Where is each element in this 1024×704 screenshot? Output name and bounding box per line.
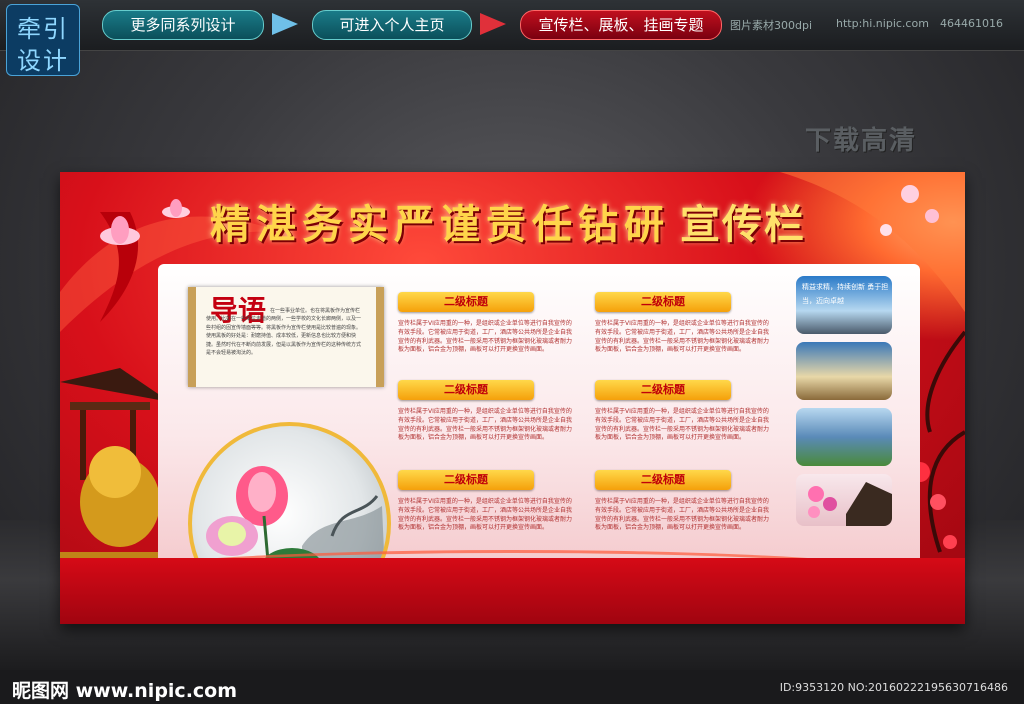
section-text: 宣传栏属于VI应用重的一种，是组织或企业单位等进行自我宣传的有效手段。它常被应用… (595, 320, 770, 354)
main-title-text: 精湛务实严谨责任钻研 (210, 201, 670, 248)
personal-home-button[interactable]: 可进入个人主页 (312, 10, 472, 40)
intro-text: 在一些事业单位。也在将黑板作为宣传栏使用。比如在一些单位走道的两侧，一些学校的文… (206, 308, 362, 357)
flower-roof-photo (796, 474, 892, 526)
factory-photo (796, 408, 892, 466)
section-heading: 二级标题 (398, 292, 534, 312)
section-text: 宣传栏属于VI应用重的一种，是组织或企业单位等进行自我宣传的有效手段。它常被应用… (595, 408, 770, 442)
arrow-right-icon (272, 13, 298, 35)
site-name[interactable]: 昵图网 www.nipic.com (12, 676, 237, 703)
success-photo (796, 342, 892, 400)
download-hd-watermark: 下载高清 (805, 126, 918, 156)
material-info: 图片素材300dpi (730, 19, 813, 32)
section-heading: 二级标题 (595, 292, 731, 312)
promo-board: 精湛务实严谨责任钻研 宣传栏 导语 在一些事业单位。也在将黑板作为宣传栏使用。比如… (60, 172, 965, 624)
logo[interactable]: 牵引 设计 (6, 4, 80, 76)
bridge-photo: 精益求精，持续创新 勇于担当，迈向卓越 (796, 276, 892, 334)
section-heading: 二级标题 (398, 470, 534, 490)
section-text: 宣传栏属于VI应用重的一种，是组织或企业单位等进行自我宣传的有效手段。它常被应用… (398, 408, 573, 442)
arrow-right-red-icon (480, 13, 506, 35)
author-url[interactable]: http:hi.nipic.com (836, 17, 929, 30)
logo-line1: 牵引 (17, 15, 69, 43)
photo-caption: 精益求精，持续创新 勇于担当，迈向卓越 (802, 283, 889, 305)
section-heading: 二级标题 (398, 380, 534, 400)
author-id: 464461016 (940, 17, 1003, 30)
section-heading: 二级标题 (595, 380, 731, 400)
section-text: 宣传栏属于VI应用重的一种，是组织或企业单位等进行自我宣传的有效手段。它常被应用… (595, 498, 770, 532)
more-series-button[interactable]: 更多同系列设计 (102, 10, 264, 40)
section-text: 宣传栏属于VI应用重的一种，是组织或企业单位等进行自我宣传的有效手段。它常被应用… (398, 320, 573, 354)
image-id: ID:9353120 NO:20160222195630716486 (779, 681, 1008, 694)
topic-button[interactable]: 宣传栏、展板、挂画专题 (520, 10, 722, 40)
photo-column: 精益求精，持续创新 勇于担当，迈向卓越 (790, 270, 898, 532)
logo-line2: 设计 (17, 47, 69, 75)
bottom-red-band (60, 558, 965, 624)
main-title-suffix: 宣传栏 (680, 202, 806, 248)
section-heading: 二级标题 (595, 470, 731, 490)
section-text: 宣传栏属于VI应用重的一种，是组织或企业单位等进行自我宣传的有效手段。它常被应用… (398, 498, 573, 532)
footer: 昵图网 www.nipic.com ID:9353120 NO:20160222… (0, 670, 1024, 704)
intro-scroll: 导语 在一些事业单位。也在将黑板作为宣传栏使用。比如在一些单位走道的两侧，一些学… (188, 287, 384, 387)
main-title: 精湛务实严谨责任钻研 宣传栏 (210, 192, 806, 250)
flower-roof-illustration (808, 482, 892, 526)
top-bar: 更多同系列设计 可进入个人主页 宣传栏、展板、挂画专题 图片素材300dpi h… (0, 0, 1024, 51)
